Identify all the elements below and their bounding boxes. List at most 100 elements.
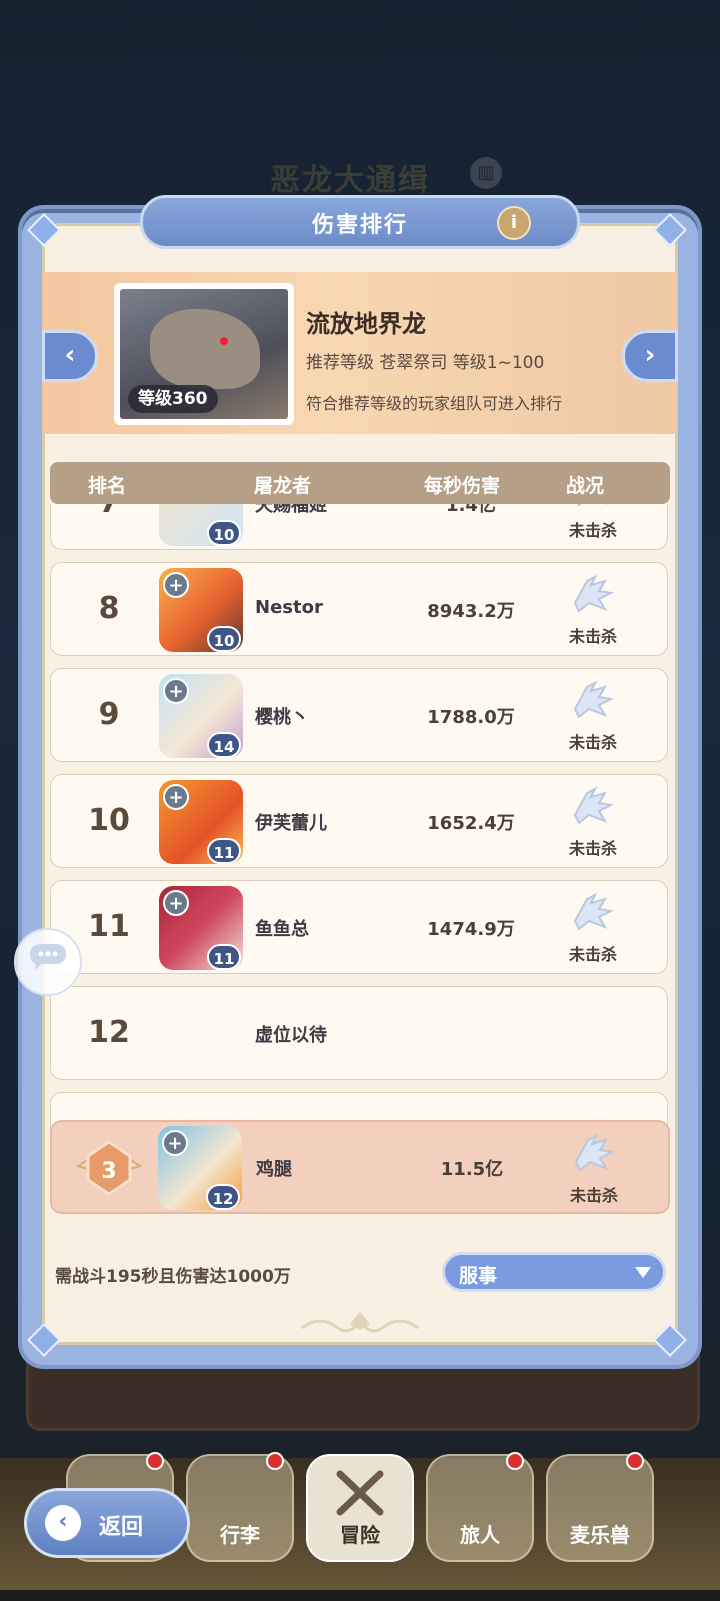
player-name: Nestor (255, 597, 323, 618)
system-home-bar (0, 1590, 720, 1601)
kill-status: 未击杀 (568, 627, 617, 646)
player-name: 樱桃丶 (255, 707, 309, 728)
back-label: 返回 (99, 1515, 144, 1540)
prev-boss-button[interactable]: ‹ (42, 330, 98, 382)
avatar[interactable]: + 10 (159, 568, 243, 652)
boss-name: 流放地界龙 (306, 310, 426, 338)
add-friend-icon[interactable]: + (162, 1130, 188, 1156)
class-filter-value: 服事 (459, 1265, 498, 1287)
boss-level-badge: 等级360 (128, 385, 218, 413)
notification-dot (266, 1452, 284, 1470)
dragon-head-icon (573, 892, 615, 931)
row-rank: 7 (79, 504, 139, 520)
ranking-requirement: 需战斗195秒且伤害达1000万 (55, 1267, 291, 1287)
ranking-table-header: 排名 屠龙者 每秒伤害 战况 (50, 462, 670, 504)
add-friend-icon[interactable]: + (163, 678, 189, 704)
nav-tab-label: 行李 (220, 1523, 260, 1547)
header-slayer: 屠龙者 (254, 475, 312, 497)
table-row-empty: 12 虚位以待 (50, 986, 668, 1080)
player-dps: 1788.0万 (427, 707, 515, 728)
level-badge: 14 (207, 732, 241, 758)
kill-status: 未击杀 (568, 945, 617, 964)
player-name: 伊芙蕾儿 (255, 813, 327, 834)
info-icon[interactable]: i (497, 206, 531, 240)
my-ranking-row[interactable]: 3 + 12 鸡腿 11.5亿 未击杀 (50, 1120, 670, 1214)
class-filter-select[interactable]: 服事 (442, 1252, 666, 1292)
my-kill-status: 未击杀 (569, 1186, 618, 1205)
table-row[interactable]: 11 + 11 鱼鱼总 1474.9万 未击杀 (50, 880, 668, 974)
notification-dot (626, 1452, 644, 1470)
table-row[interactable]: 9 + 14 樱桃丶 1788.0万 未击杀 (50, 668, 668, 762)
table-row[interactable]: 7 10 天赐福姬 1.4亿 未击杀 (50, 504, 668, 550)
my-name: 鸡腿 (256, 1159, 292, 1180)
background-book-icon: ▥ (470, 157, 502, 189)
player-name: 鱼鱼总 (255, 919, 309, 940)
nav-tab-label: 旅人 (460, 1523, 500, 1547)
rank-medal-icon: 3 (75, 1140, 143, 1196)
header-status: 战况 (566, 475, 605, 497)
player-dps: 1.4亿 (446, 504, 496, 516)
my-dps: 11.5亿 (440, 1159, 504, 1180)
avatar[interactable]: + 11 (159, 780, 243, 864)
level-badge: 11 (207, 944, 241, 970)
crossed-swords-icon (336, 1470, 384, 1516)
player-dps: 1652.4万 (427, 813, 515, 834)
dragon-head-icon (573, 786, 615, 825)
kill-status: 未击杀 (568, 839, 617, 858)
chat-button[interactable] (14, 928, 82, 996)
avatar[interactable]: + 14 (159, 674, 243, 758)
my-rank-number: 3 (101, 1159, 116, 1184)
row-rank: 11 (88, 909, 130, 944)
header-rank: 排名 (88, 475, 127, 497)
notification-dot (506, 1452, 524, 1470)
kill-status: 未击杀 (568, 733, 617, 752)
boss-ranking-note: 符合推荐等级的玩家组队可进入排行 (306, 394, 563, 413)
back-button[interactable]: ‹ 返回 (24, 1488, 190, 1558)
avatar[interactable]: + 12 (158, 1126, 242, 1210)
dragon-head-icon (573, 574, 615, 613)
avatar[interactable]: 10 (159, 504, 243, 546)
dialog-header: 伤害排行 i (140, 195, 580, 249)
nav-tab-traveler[interactable]: 旅人 (426, 1452, 534, 1562)
nav-tab-adventure[interactable]: 冒险 (306, 1454, 414, 1562)
nav-tab-luggage[interactable]: 行李 (186, 1452, 294, 1562)
boss-dragon-image: 等级360 (120, 289, 288, 419)
kill-status: 未击杀 (568, 521, 617, 540)
dragon-head-icon (577, 504, 608, 507)
boss-portrait-card: 等级360 (114, 283, 294, 425)
nav-tab-label: 麦乐兽 (570, 1523, 630, 1547)
add-friend-icon[interactable]: + (163, 572, 189, 598)
chevron-down-icon (635, 1267, 651, 1278)
background-event-title: 恶龙大通缉 (270, 163, 430, 198)
avatar[interactable]: + 11 (159, 886, 243, 970)
back-arrow-icon: ‹ (45, 1505, 81, 1541)
add-friend-icon[interactable]: + (163, 784, 189, 810)
next-boss-button[interactable]: › (622, 330, 678, 382)
header-dps: 每秒伤害 (424, 475, 501, 497)
player-dps: 1474.9万 (427, 919, 515, 940)
dragon-eye (220, 337, 228, 345)
vacant-slot-label: 虚位以待 (255, 1025, 327, 1046)
nav-tab-label: 冒险 (340, 1523, 380, 1547)
ranking-list[interactable]: 7 10 天赐福姬 1.4亿 未击杀 8 + 10 Nestor 8943.2万… (50, 504, 670, 1134)
chat-bubble-icon (30, 944, 66, 970)
dragon-head-icon (574, 1133, 616, 1172)
table-row[interactable]: 8 + 10 Nestor 8943.2万 未击杀 (50, 562, 668, 656)
row-rank: 10 (88, 803, 130, 838)
row-rank: 12 (88, 1015, 130, 1050)
boss-recommended-level: 推荐等级 苍翠祭司 等级1~100 (306, 353, 545, 373)
level-badge: 10 (207, 520, 241, 546)
level-badge: 10 (207, 626, 241, 652)
player-dps: 8943.2万 (427, 601, 515, 622)
table-row[interactable]: 10 + 11 伊芙蕾儿 1652.4万 未击杀 (50, 774, 668, 868)
add-friend-icon[interactable]: + (163, 890, 189, 916)
player-name: 天赐福姬 (255, 504, 327, 516)
dragon-illustration (150, 309, 260, 389)
level-badge: 11 (207, 838, 241, 864)
nav-tab-mellow-beast[interactable]: 麦乐兽 (546, 1452, 654, 1562)
decorative-flourish (301, 1312, 419, 1333)
row-rank: 9 (98, 697, 120, 732)
dragon-head-icon (573, 680, 615, 719)
level-badge: 12 (206, 1184, 240, 1210)
notification-dot (146, 1452, 164, 1470)
